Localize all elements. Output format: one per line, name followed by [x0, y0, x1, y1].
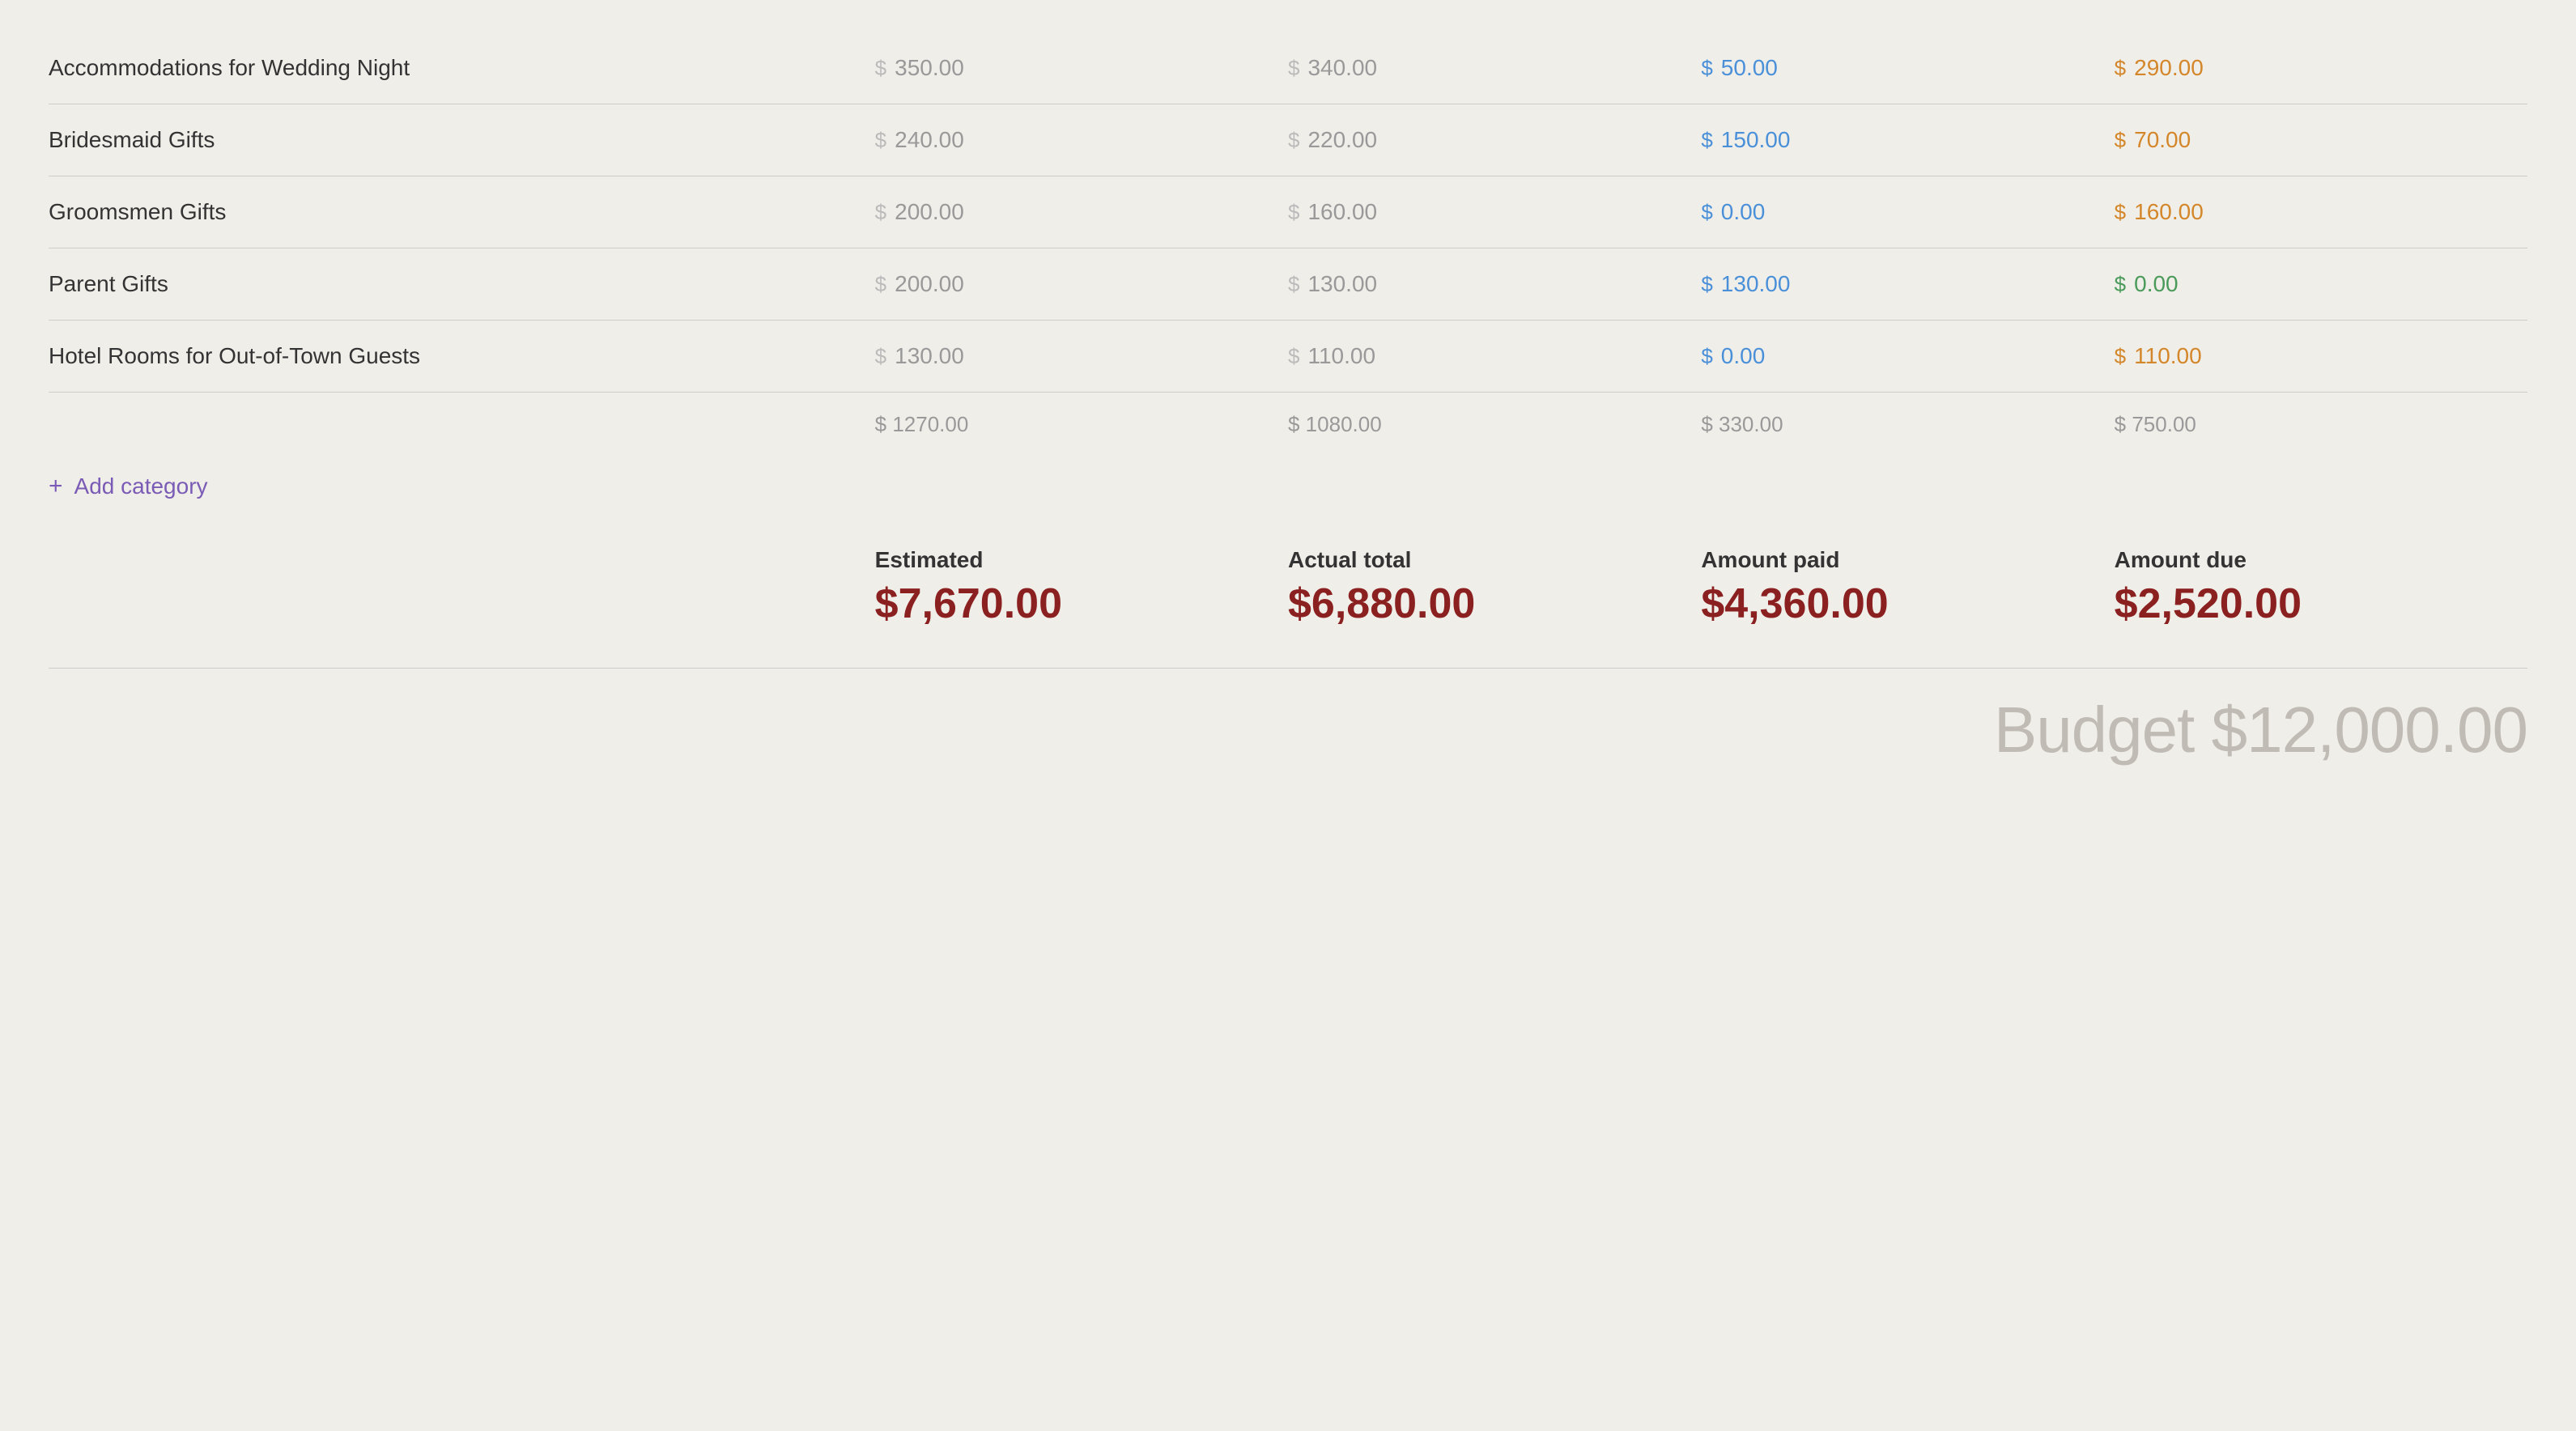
actual-value: 220.00: [1307, 127, 1377, 153]
dollar-sign-icon: $: [875, 344, 886, 369]
summary-empty: [49, 547, 875, 627]
actual-value: 110.00: [1307, 343, 1375, 369]
paid-value: 130.00: [1721, 271, 1791, 297]
dollar-sign-icon: $: [875, 272, 886, 297]
dollar-sign-icon: $: [1701, 200, 1712, 225]
table-row: Parent Gifts $ 200.00 $ 130.00 $ 130.00 …: [49, 248, 2527, 321]
summary-due-label: Amount due: [2115, 547, 2527, 573]
table-row: Bridesmaid Gifts $ 240.00 $ 220.00 $ 150…: [49, 104, 2527, 176]
due-value: 290.00: [2134, 55, 2204, 81]
dollar-sign-icon: $: [1288, 56, 1299, 81]
paid-value: 0.00: [1721, 199, 1766, 225]
summary-paid-label: Amount paid: [1701, 547, 2114, 573]
paid-value: 50.00: [1721, 55, 1778, 81]
row-estimated: $ 130.00: [875, 343, 1288, 369]
summary-due: Amount due $2,520.00: [2115, 547, 2527, 627]
dollar-sign-icon: $: [2115, 128, 2126, 153]
due-value: 160.00: [2134, 199, 2204, 225]
estimated-value: 130.00: [895, 343, 964, 369]
row-paid: $ 0.00: [1701, 199, 2114, 225]
budget-total-label: Budget $12,000.00: [1994, 693, 2527, 767]
dollar-sign-icon: $: [1701, 272, 1712, 297]
estimated-value: 200.00: [895, 271, 964, 297]
dollar-sign-icon: $: [1701, 344, 1712, 369]
row-due: $ 0.00: [2115, 271, 2527, 297]
row-paid: $ 0.00: [1701, 343, 2114, 369]
dollar-sign-icon: $: [875, 128, 886, 153]
dollar-sign-icon: $: [875, 200, 886, 225]
summary-actual-value: $6,880.00: [1288, 581, 1701, 627]
row-actual: $ 110.00: [1288, 343, 1701, 369]
add-category-button[interactable]: + Add category: [49, 450, 2527, 523]
estimated-value: 200.00: [895, 199, 964, 225]
dollar-sign-icon: $: [2115, 200, 2126, 225]
summary-paid: Amount paid $4,360.00: [1701, 547, 2114, 627]
row-due: $ 160.00: [2115, 199, 2527, 225]
dollar-sign-icon: $: [2115, 272, 2126, 297]
row-label: Bridesmaid Gifts: [49, 127, 875, 153]
row-actual: $ 160.00: [1288, 199, 1701, 225]
summary-estimated-label: Estimated: [875, 547, 1288, 573]
totals-row: $ 1270.00 $ 1080.00 $ 330.00 $ 750.00: [49, 393, 2527, 450]
dollar-sign-icon: $: [1701, 56, 1712, 81]
row-estimated: $ 240.00: [875, 127, 1288, 153]
actual-value: 130.00: [1307, 271, 1377, 297]
row-due: $ 70.00: [2115, 127, 2527, 153]
summary-actual: Actual total $6,880.00: [1288, 547, 1701, 627]
row-label: Hotel Rooms for Out-of-Town Guests: [49, 343, 875, 369]
row-estimated: $ 200.00: [875, 199, 1288, 225]
due-value: 110.00: [2134, 343, 2202, 369]
due-value: 70.00: [2134, 127, 2191, 153]
summary-estimated-value: $7,670.00: [875, 581, 1288, 627]
budget-footer: Budget $12,000.00: [49, 668, 2527, 767]
total-estimated: $ 1270.00: [875, 412, 1288, 437]
table-row: Accommodations for Wedding Night $ 350.0…: [49, 32, 2527, 104]
row-label: Groomsmen Gifts: [49, 199, 875, 225]
row-actual: $ 340.00: [1288, 55, 1701, 81]
row-actual: $ 220.00: [1288, 127, 1701, 153]
summary-section: Estimated $7,670.00 Actual total $6,880.…: [49, 531, 2527, 627]
dollar-sign-icon: $: [1288, 128, 1299, 153]
dollar-sign-icon: $: [2115, 56, 2126, 81]
summary-due-value: $2,520.00: [2115, 581, 2527, 627]
table-row: Groomsmen Gifts $ 200.00 $ 160.00 $ 0.00…: [49, 176, 2527, 248]
row-due: $ 110.00: [2115, 343, 2527, 369]
summary-estimated: Estimated $7,670.00: [875, 547, 1288, 627]
dollar-sign-icon: $: [2115, 344, 2126, 369]
dollar-sign-icon: $: [1288, 344, 1299, 369]
dollar-sign-icon: $: [1288, 200, 1299, 225]
total-due: $ 750.00: [2115, 412, 2527, 437]
plus-icon: +: [49, 473, 63, 500]
summary-paid-value: $4,360.00: [1701, 581, 2114, 627]
paid-value: 0.00: [1721, 343, 1766, 369]
estimated-value: 240.00: [895, 127, 964, 153]
actual-value: 160.00: [1307, 199, 1377, 225]
dollar-sign-icon: $: [1288, 272, 1299, 297]
dollar-sign-icon: $: [875, 56, 886, 81]
estimated-value: 350.00: [895, 55, 964, 81]
row-paid: $ 130.00: [1701, 271, 2114, 297]
table-row: Hotel Rooms for Out-of-Town Guests $ 130…: [49, 321, 2527, 393]
summary-actual-label: Actual total: [1288, 547, 1701, 573]
actual-value: 340.00: [1307, 55, 1377, 81]
paid-value: 150.00: [1721, 127, 1791, 153]
total-actual: $ 1080.00: [1288, 412, 1701, 437]
row-label: Accommodations for Wedding Night: [49, 55, 875, 81]
row-paid: $ 150.00: [1701, 127, 2114, 153]
row-estimated: $ 350.00: [875, 55, 1288, 81]
row-due: $ 290.00: [2115, 55, 2527, 81]
add-category-label: Add category: [74, 473, 208, 499]
row-estimated: $ 200.00: [875, 271, 1288, 297]
row-actual: $ 130.00: [1288, 271, 1701, 297]
total-paid: $ 330.00: [1701, 412, 2114, 437]
budget-table: Accommodations for Wedding Night $ 350.0…: [49, 32, 2527, 767]
row-label: Parent Gifts: [49, 271, 875, 297]
dollar-sign-icon: $: [1701, 128, 1712, 153]
due-value: 0.00: [2134, 271, 2179, 297]
row-paid: $ 50.00: [1701, 55, 2114, 81]
